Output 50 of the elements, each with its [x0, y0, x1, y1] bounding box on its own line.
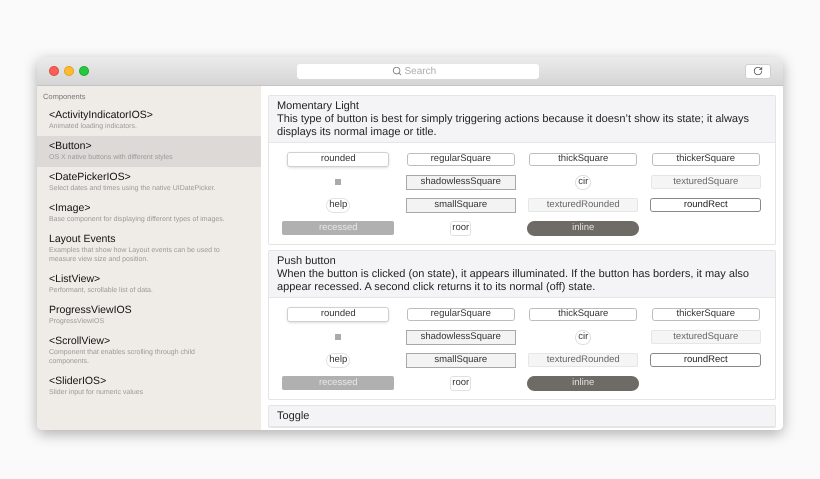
minimize-button[interactable]	[64, 66, 74, 76]
circle-button[interactable]: cir	[575, 174, 592, 190]
section-description: When the button is clicked (on state), it appears illuminated. If the button has borders, it may also appear recessed. A second click returns it to its normal (off) state.	[277, 268, 750, 294]
section-description: This type of button is best for simply triggering actions because it doesn’t show its state; it always displays its normal image or title.	[277, 113, 750, 139]
item-title: <ActivityIndicatorIOS>	[49, 109, 154, 122]
item-title: <Image>	[49, 202, 92, 216]
disclosure-icon[interactable]	[335, 334, 342, 340]
search-field[interactable]: Search	[297, 64, 539, 78]
section-title: Toggle	[277, 410, 310, 423]
square-button[interactable]: shadowlessSquare	[406, 330, 516, 344]
reload-icon	[753, 66, 763, 76]
round-button[interactable]: roor	[450, 376, 472, 390]
inline-button[interactable]: inline	[527, 220, 640, 236]
round-button[interactable]: roor	[450, 220, 472, 236]
square-button[interactable]: regularSquare	[406, 308, 515, 320]
round-rect-button[interactable]: roundRect	[650, 198, 762, 212]
textured-button[interactable]: texturedSquare	[650, 330, 761, 344]
item-title: <DatePickerIOS>	[49, 171, 132, 184]
item-title: <ListView>	[49, 273, 102, 286]
square-button[interactable]: shadowlessSquare	[406, 174, 516, 190]
textured-button[interactable]: texturedRounded	[528, 198, 638, 212]
square-button[interactable]: thickSquare	[529, 152, 638, 166]
item-title: Layout Events	[49, 233, 117, 246]
rounded-button[interactable]: rounded	[287, 152, 390, 166]
circle-button[interactable]: cir	[575, 330, 592, 344]
section-title: Momentary Light	[277, 100, 360, 113]
search-icon	[392, 66, 402, 76]
search-input[interactable]: Search	[404, 64, 444, 78]
square-button[interactable]: thickerSquare	[652, 152, 760, 166]
square-button[interactable]: thickSquare	[529, 308, 638, 320]
square-button[interactable]: regularSquare	[406, 152, 515, 166]
inline-button[interactable]: inline	[527, 376, 640, 390]
close-button[interactable]	[49, 66, 59, 76]
disclosure-icon[interactable]	[335, 179, 342, 185]
item-title: <Button>	[49, 140, 93, 154]
section-title: Push button	[277, 255, 337, 268]
reload-button[interactable]	[745, 64, 771, 78]
square-button[interactable]: thickerSquare	[652, 308, 760, 320]
square-button[interactable]: smallSquare	[406, 352, 516, 368]
round-rect-button[interactable]: roundRect	[650, 353, 762, 367]
textured-button[interactable]: texturedSquare	[650, 175, 761, 189]
item-title: ProgressViewIOS	[49, 304, 133, 318]
item-title: <SliderIOS>	[49, 375, 108, 388]
textured-button[interactable]: texturedRounded	[528, 353, 638, 367]
item-title: <ScrollView>	[49, 335, 112, 348]
zoom-button[interactable]	[79, 66, 89, 76]
rounded-button[interactable]: rounded	[287, 306, 390, 322]
help-button[interactable]: help	[326, 198, 350, 212]
help-button[interactable]: help	[326, 352, 350, 368]
square-button[interactable]: smallSquare	[406, 198, 516, 212]
